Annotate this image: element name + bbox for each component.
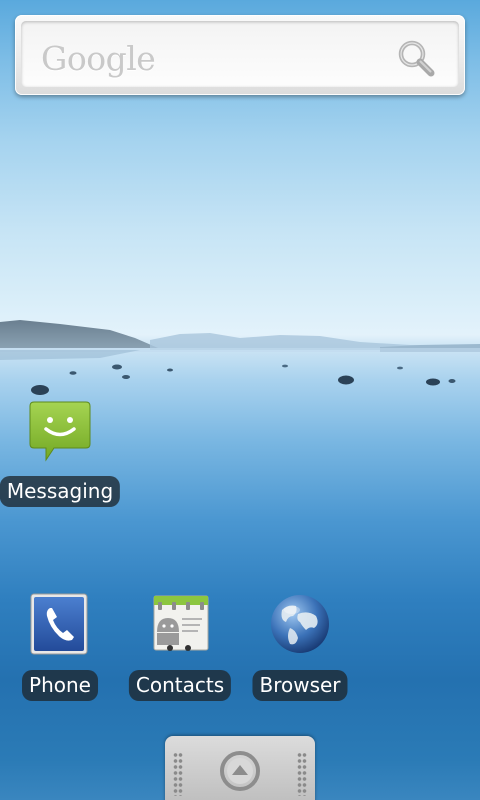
- search-icon[interactable]: [395, 37, 439, 81]
- home-screen[interactable]: Google Messaging Phone Contacts Browser: [0, 0, 480, 800]
- shortcut-phone[interactable]: Phone: [0, 592, 120, 712]
- shortcut-browser[interactable]: Browser: [240, 592, 360, 712]
- shortcut-label: Contacts: [128, 670, 232, 701]
- messaging-icon: [29, 401, 91, 462]
- launcher-arrow-up-icon: [220, 751, 260, 791]
- grip-right: [297, 752, 307, 796]
- shortcut-label: Phone: [22, 670, 98, 701]
- google-search-widget[interactable]: Google: [15, 15, 465, 95]
- app-drawer-button[interactable]: [165, 736, 315, 800]
- phone-icon: [30, 593, 88, 655]
- globe-icon: [271, 595, 329, 653]
- google-logo: Google: [41, 39, 156, 78]
- shortcut-messaging[interactable]: Messaging: [0, 398, 121, 518]
- search-bar[interactable]: Google: [21, 21, 459, 87]
- contacts-icon: [153, 595, 209, 651]
- grip-left: [173, 752, 183, 796]
- shortcut-label: Browser: [252, 670, 348, 701]
- shortcut-label: Messaging: [0, 476, 121, 507]
- shortcut-contacts[interactable]: Contacts: [120, 592, 240, 712]
